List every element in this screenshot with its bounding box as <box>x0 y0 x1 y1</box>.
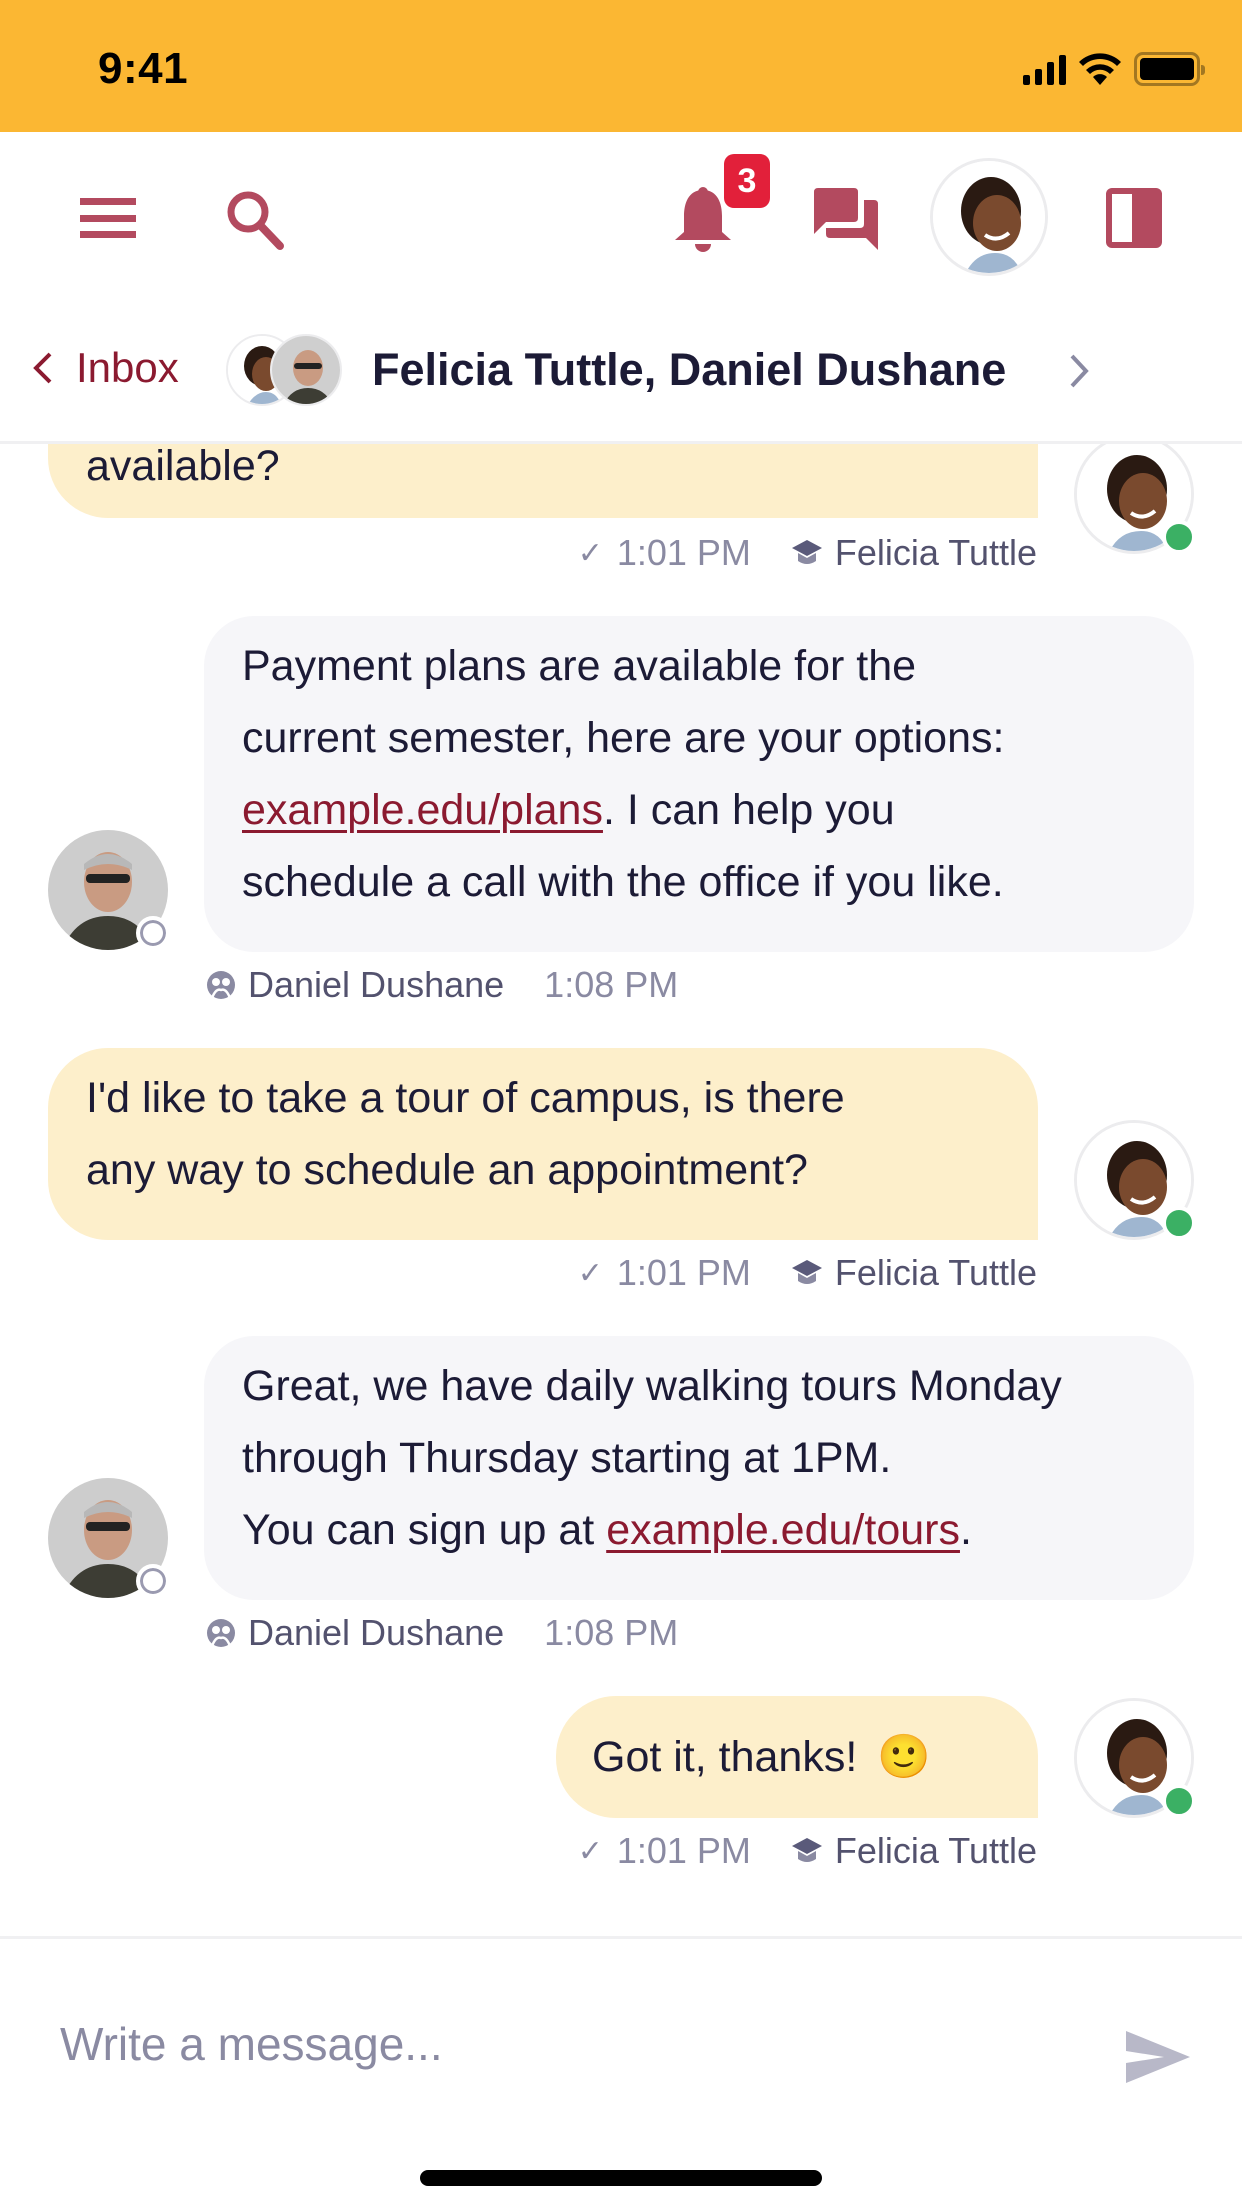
message-text: . I can help you <box>602 786 895 834</box>
notification-badge: 3 <box>724 154 770 208</box>
conversation-title: Felicia Tuttle, Daniel Dushane <box>372 344 1007 395</box>
message-meta: ✓ 1:01 PM Felicia Tuttle <box>578 532 1037 574</box>
message-time: 1:01 PM <box>616 532 751 573</box>
tours-link[interactable]: example.edu/tours <box>606 1506 960 1554</box>
message-bubble-outgoing: available? <box>48 444 1038 518</box>
plans-link[interactable]: example.edu/plans <box>242 786 603 834</box>
message-text: You can sign up at <box>242 1506 607 1554</box>
message-line: any way to schedule an appointment? <box>86 1146 808 1194</box>
chat-bubbles-icon[interactable] <box>814 188 878 250</box>
sender-avatar-felicia <box>1074 1120 1196 1240</box>
hamburger-menu-icon[interactable] <box>80 198 136 238</box>
send-icon[interactable] <box>1124 2029 1192 2085</box>
sender-avatar-felicia <box>1074 1698 1196 1818</box>
sender-avatar-daniel <box>48 1478 170 1598</box>
sender-name: Felicia Tuttle <box>834 1252 1037 1293</box>
message-meta: Daniel Dushane 1:08 PM <box>206 1612 678 1654</box>
offline-status-indicator <box>136 916 170 950</box>
message-input[interactable] <box>60 1999 1060 2089</box>
sender-name: Felicia Tuttle <box>834 532 1037 573</box>
check-icon: ✓ <box>577 1834 603 1868</box>
message-meta: Daniel Dushane 1:08 PM <box>206 964 678 1006</box>
sender-name: Daniel Dushane <box>248 964 505 1005</box>
message-line: current semester, here are your options: <box>242 714 1005 762</box>
sender-avatar-felicia <box>1074 444 1196 554</box>
sidebar-panel-icon[interactable] <box>1106 188 1162 248</box>
message-line: through Thursday starting at 1PM. <box>242 1434 892 1482</box>
message-line: example.edu/plans. I can help you <box>242 774 1160 846</box>
smiley-emoji-icon: 🙂 <box>877 1733 931 1781</box>
check-icon: ✓ <box>577 536 603 570</box>
message-time: 1:08 PM <box>544 964 679 1005</box>
message-composer <box>0 1936 1242 2208</box>
message-thread[interactable]: available? ✓ 1:01 PM Felicia Tuttle Paym… <box>0 444 1242 1938</box>
staff-group-icon <box>207 971 235 999</box>
message-time: 1:01 PM <box>616 1830 751 1871</box>
back-label: Inbox <box>76 344 179 391</box>
message-text: . <box>959 1506 972 1554</box>
message-time: 1:08 PM <box>544 1612 679 1653</box>
check-icon: ✓ <box>577 1256 603 1290</box>
message-bubble-outgoing: I'd like to take a tour of campus, is th… <box>48 1048 1038 1240</box>
chevron-right-icon[interactable] <box>1068 352 1090 390</box>
battery-icon <box>1134 52 1205 86</box>
message-line: You can sign up at example.edu/tours. <box>242 1494 1174 1566</box>
felicia-avatar-image <box>933 161 1045 273</box>
message-meta: ✓ 1:01 PM Felicia Tuttle <box>578 1830 1037 1872</box>
message-time: 1:01 PM <box>616 1252 751 1293</box>
graduation-cap-icon <box>791 1838 822 1862</box>
message-bubble-incoming: Payment plans are available for the curr… <box>204 616 1194 952</box>
status-bar: 9:41 <box>0 0 1242 132</box>
participant-avatars <box>226 334 346 408</box>
message-line: I'd like to take a tour of campus, is th… <box>86 1074 845 1122</box>
cellular-signal-icon <box>1023 53 1066 85</box>
home-indicator <box>420 2170 822 2186</box>
status-icons <box>1023 52 1205 86</box>
staff-group-icon <box>207 1619 235 1647</box>
online-status-indicator <box>1162 520 1196 554</box>
top-nav: 3 <box>0 132 1242 302</box>
graduation-cap-icon <box>791 1260 822 1284</box>
graduation-cap-icon <box>791 540 822 564</box>
message-line: Payment plans are available for the <box>242 642 917 690</box>
chevron-left-icon <box>33 352 52 384</box>
online-status-indicator <box>1162 1206 1196 1240</box>
offline-status-indicator <box>136 1564 170 1598</box>
online-status-indicator <box>1162 1784 1196 1818</box>
search-icon[interactable] <box>224 188 286 250</box>
profile-avatar[interactable] <box>930 158 1048 276</box>
message-bubble-outgoing: Got it, thanks! 🙂 <box>556 1696 1038 1818</box>
message-text: available? <box>86 444 280 490</box>
back-to-inbox-button[interactable]: Inbox <box>32 344 179 392</box>
sender-avatar-daniel <box>48 830 170 950</box>
participant-avatar-daniel <box>270 334 342 406</box>
message-bubble-incoming: Great, we have daily walking tours Monda… <box>204 1336 1194 1600</box>
message-text: Got it, thanks! <box>592 1733 858 1781</box>
message-line: schedule a call with the office if you l… <box>242 858 1004 906</box>
sender-name: Daniel Dushane <box>248 1612 505 1653</box>
conversation-header: Inbox Felicia Tuttle, Daniel Dushane <box>0 302 1242 444</box>
sender-name: Felicia Tuttle <box>834 1830 1037 1871</box>
wifi-icon <box>1079 53 1121 85</box>
message-line: Great, we have daily walking tours Monda… <box>242 1362 1062 1410</box>
message-meta: ✓ 1:01 PM Felicia Tuttle <box>578 1252 1037 1294</box>
status-time: 9:41 <box>98 44 189 93</box>
